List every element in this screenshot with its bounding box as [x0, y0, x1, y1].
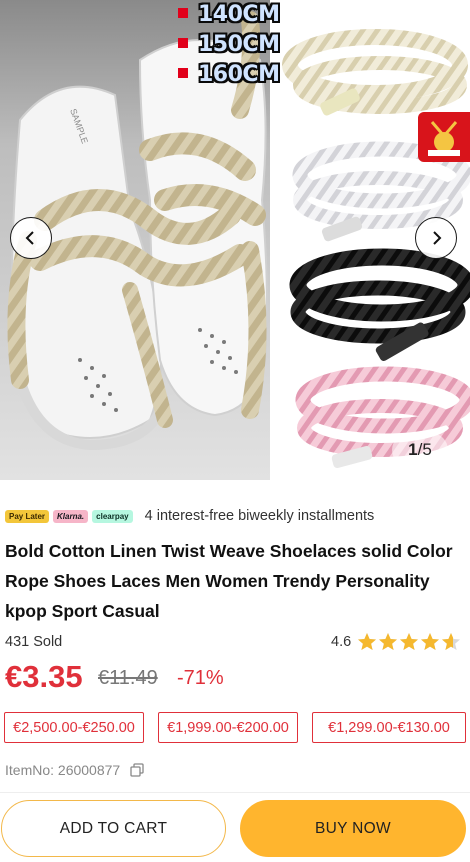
- discount-percent: -71%: [177, 667, 224, 689]
- image-counter-current: 1: [408, 440, 418, 459]
- rating-stars: [357, 632, 462, 652]
- star-icon: [421, 633, 440, 650]
- buy-now-button[interactable]: BUY NOW: [240, 800, 466, 857]
- star-icon: [442, 633, 461, 650]
- original-price: €11.49: [98, 667, 158, 689]
- price-tier-2[interactable]: €1,999.00-€200.00: [158, 712, 298, 743]
- product-title: Bold Cotton Linen Twist Weave Shoelaces …: [5, 541, 453, 621]
- divider: [0, 792, 470, 793]
- installments-text: 4 interest-free biweekly installments: [144, 508, 375, 524]
- item-number-text: ItemNo: 26000877: [5, 762, 121, 778]
- size-tag-2: 150CM: [178, 32, 280, 57]
- product-image-gallery[interactable]: SAMPLE 140CM 150CM 160CM 1 /5: [0, 0, 470, 480]
- chevron-left-icon: [25, 231, 34, 245]
- size-tag-3: 160CM: [178, 62, 280, 87]
- image-counter-total: /5: [417, 440, 432, 459]
- star-icon: [379, 633, 398, 650]
- star-icon: [400, 633, 419, 650]
- price-tier-3[interactable]: €1,299.00-€130.00: [312, 712, 466, 743]
- clearpay-badge: clearpay: [92, 509, 133, 523]
- klarna-badge: Klarna.: [53, 509, 89, 523]
- add-to-cart-button[interactable]: ADD TO CART: [1, 800, 226, 857]
- current-price: €3.35: [5, 659, 83, 694]
- rating-value: 4.6: [331, 634, 352, 650]
- image-counter: 1/5: [392, 433, 448, 467]
- copy-icon[interactable]: [130, 763, 144, 777]
- item-number: ItemNo: 26000877: [5, 762, 144, 778]
- product-rating[interactable]: 4.6: [331, 632, 462, 652]
- price-tier-1[interactable]: €2,500.00-€250.00: [4, 712, 144, 743]
- chevron-right-icon: [433, 231, 442, 245]
- payment-options[interactable]: Pay Later Klarna. clearpay 4 interest-fr…: [5, 506, 374, 526]
- size-tag-1: 140CM: [178, 2, 280, 27]
- star-icon: [358, 633, 377, 650]
- next-image-button[interactable]: [415, 217, 457, 259]
- previous-image-button[interactable]: [10, 217, 52, 259]
- store-logo: [418, 112, 470, 162]
- sold-count: 431 Sold: [5, 634, 63, 650]
- paylater-badge: Pay Later: [5, 509, 50, 523]
